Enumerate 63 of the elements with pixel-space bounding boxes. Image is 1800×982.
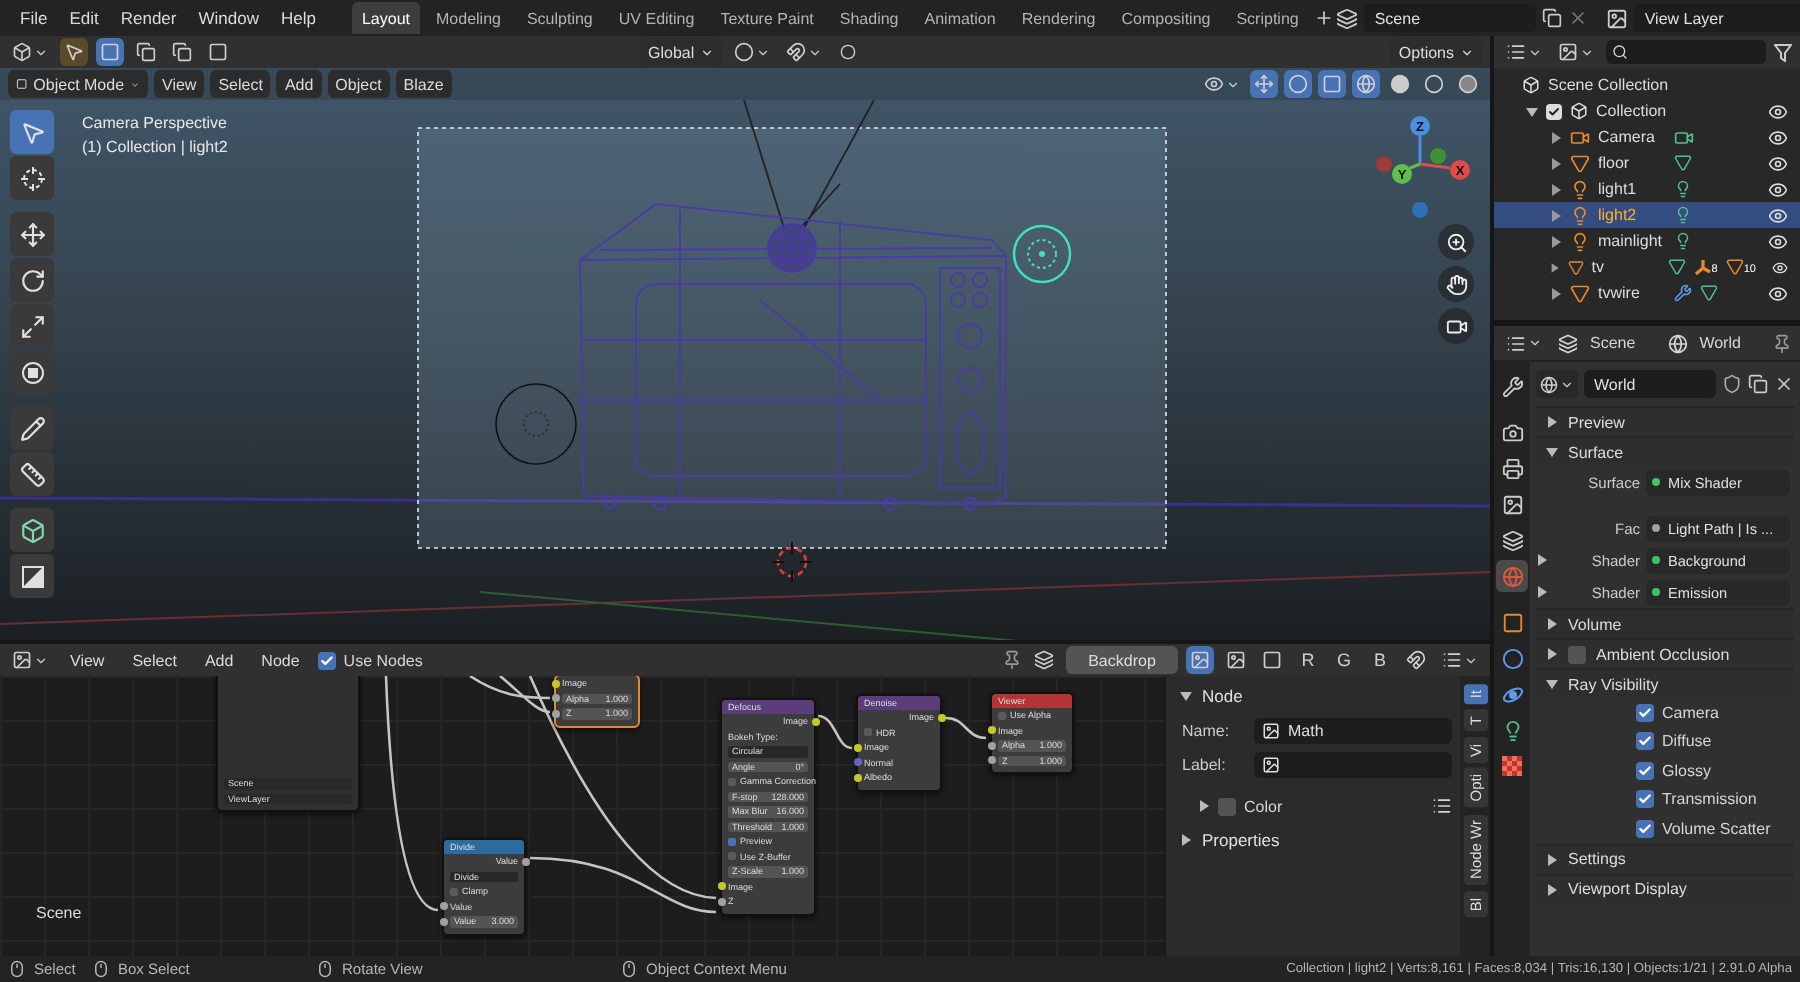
panel-header[interactable]: Node	[1174, 682, 1452, 710]
checkbox-label: Use Nodes	[343, 651, 423, 669]
field-label: Name:	[1182, 721, 1232, 739]
checkbox-label: Transmission	[1662, 790, 1757, 809]
channel-toggle[interactable]: B	[1366, 646, 1394, 674]
checkbox-label: Camera	[1662, 703, 1719, 722]
menu-item[interactable]: Help	[270, 2, 326, 34]
workspace-tab[interactable]: Layout	[351, 2, 420, 34]
world-name-field[interactable]: World	[1584, 370, 1716, 398]
workspace-tab[interactable]: Shading	[829, 2, 909, 34]
breadcrumb-label: World	[1699, 334, 1741, 352]
backdrop-button[interactable]: Backdrop	[1066, 646, 1178, 674]
menu-item[interactable]: Select	[122, 644, 187, 676]
breadcrumb-label: Scene	[1590, 334, 1636, 352]
view-layer-field[interactable]: View Layer	[1634, 4, 1800, 32]
menu-item[interactable]: View	[154, 70, 205, 98]
panel-header[interactable]: Properties	[1174, 826, 1452, 854]
workspace-tab[interactable]: Scripting	[1226, 2, 1309, 34]
options-dropdown[interactable]: Options	[1390, 38, 1482, 66]
workspace-tab[interactable]: Rendering	[1011, 2, 1106, 34]
checkbox-label: Glossy	[1662, 761, 1711, 780]
menu-item[interactable]: Edit	[59, 2, 109, 34]
mode-dropdown[interactable]: Object Mode	[8, 70, 148, 98]
view-subtitle: (1) Collection | light2	[82, 138, 228, 156]
menu-item[interactable]: Add	[194, 644, 244, 676]
menu-item[interactable]: Add	[276, 70, 322, 98]
outliner-item[interactable]: floor	[1494, 150, 1800, 176]
workspace-tab[interactable]: Compositing	[1111, 2, 1221, 34]
orientation-dropdown[interactable]: Global	[640, 38, 723, 66]
menu-item[interactable]: Blaze	[395, 70, 452, 98]
channel-toggle[interactable]: R	[1294, 646, 1322, 674]
checkbox-label: Diffuse	[1662, 732, 1712, 751]
outliner-item[interactable]: Camera	[1494, 124, 1800, 150]
workspace-tab[interactable]: Animation	[914, 2, 1006, 34]
panel-header[interactable]: Settings	[1536, 843, 1794, 873]
panel-header[interactable]: Ray Visibility	[1536, 668, 1794, 698]
workspace-tab[interactable]: UV Editing	[608, 2, 705, 34]
menu-item[interactable]: Window	[188, 2, 269, 34]
channel-toggle[interactable]: G	[1330, 646, 1358, 674]
menu-item[interactable]: File	[10, 2, 58, 34]
scene-field[interactable]: Scene	[1364, 4, 1537, 32]
menu-item[interactable]: Render	[110, 2, 187, 34]
name-field[interactable]: Math	[1254, 717, 1452, 743]
menu-item[interactable]: Node	[251, 644, 310, 676]
outliner-item[interactable]: tvwire	[1494, 280, 1800, 306]
panel-header[interactable]: Ambient Occlusion	[1536, 638, 1794, 668]
checkbox-label: Color	[1244, 797, 1283, 815]
outliner-item[interactable]: mainlight	[1494, 228, 1800, 254]
menu-item[interactable]: Select	[210, 70, 271, 98]
outliner-item[interactable]: light1	[1494, 176, 1800, 202]
menu-item[interactable]: Object	[327, 70, 390, 98]
workspace-tab[interactable]: Texture Paint	[710, 2, 824, 34]
workspace-tab[interactable]: Sculpting	[516, 2, 603, 34]
outliner-item[interactable]: light2	[1494, 202, 1800, 228]
field-label: Label:	[1182, 755, 1228, 773]
view-title: Camera Perspective	[82, 114, 227, 132]
workspace-tab[interactable]: Modeling	[426, 2, 511, 34]
outliner-item[interactable]: Scene Collection	[1494, 72, 1800, 98]
outliner-item[interactable]: Collection	[1494, 98, 1800, 124]
scene-label: Scene	[36, 904, 82, 922]
menu-item[interactable]: View	[60, 644, 115, 676]
panel-header[interactable]: Viewport Display	[1536, 873, 1794, 903]
checkbox-label: Volume Scatter	[1662, 819, 1771, 838]
